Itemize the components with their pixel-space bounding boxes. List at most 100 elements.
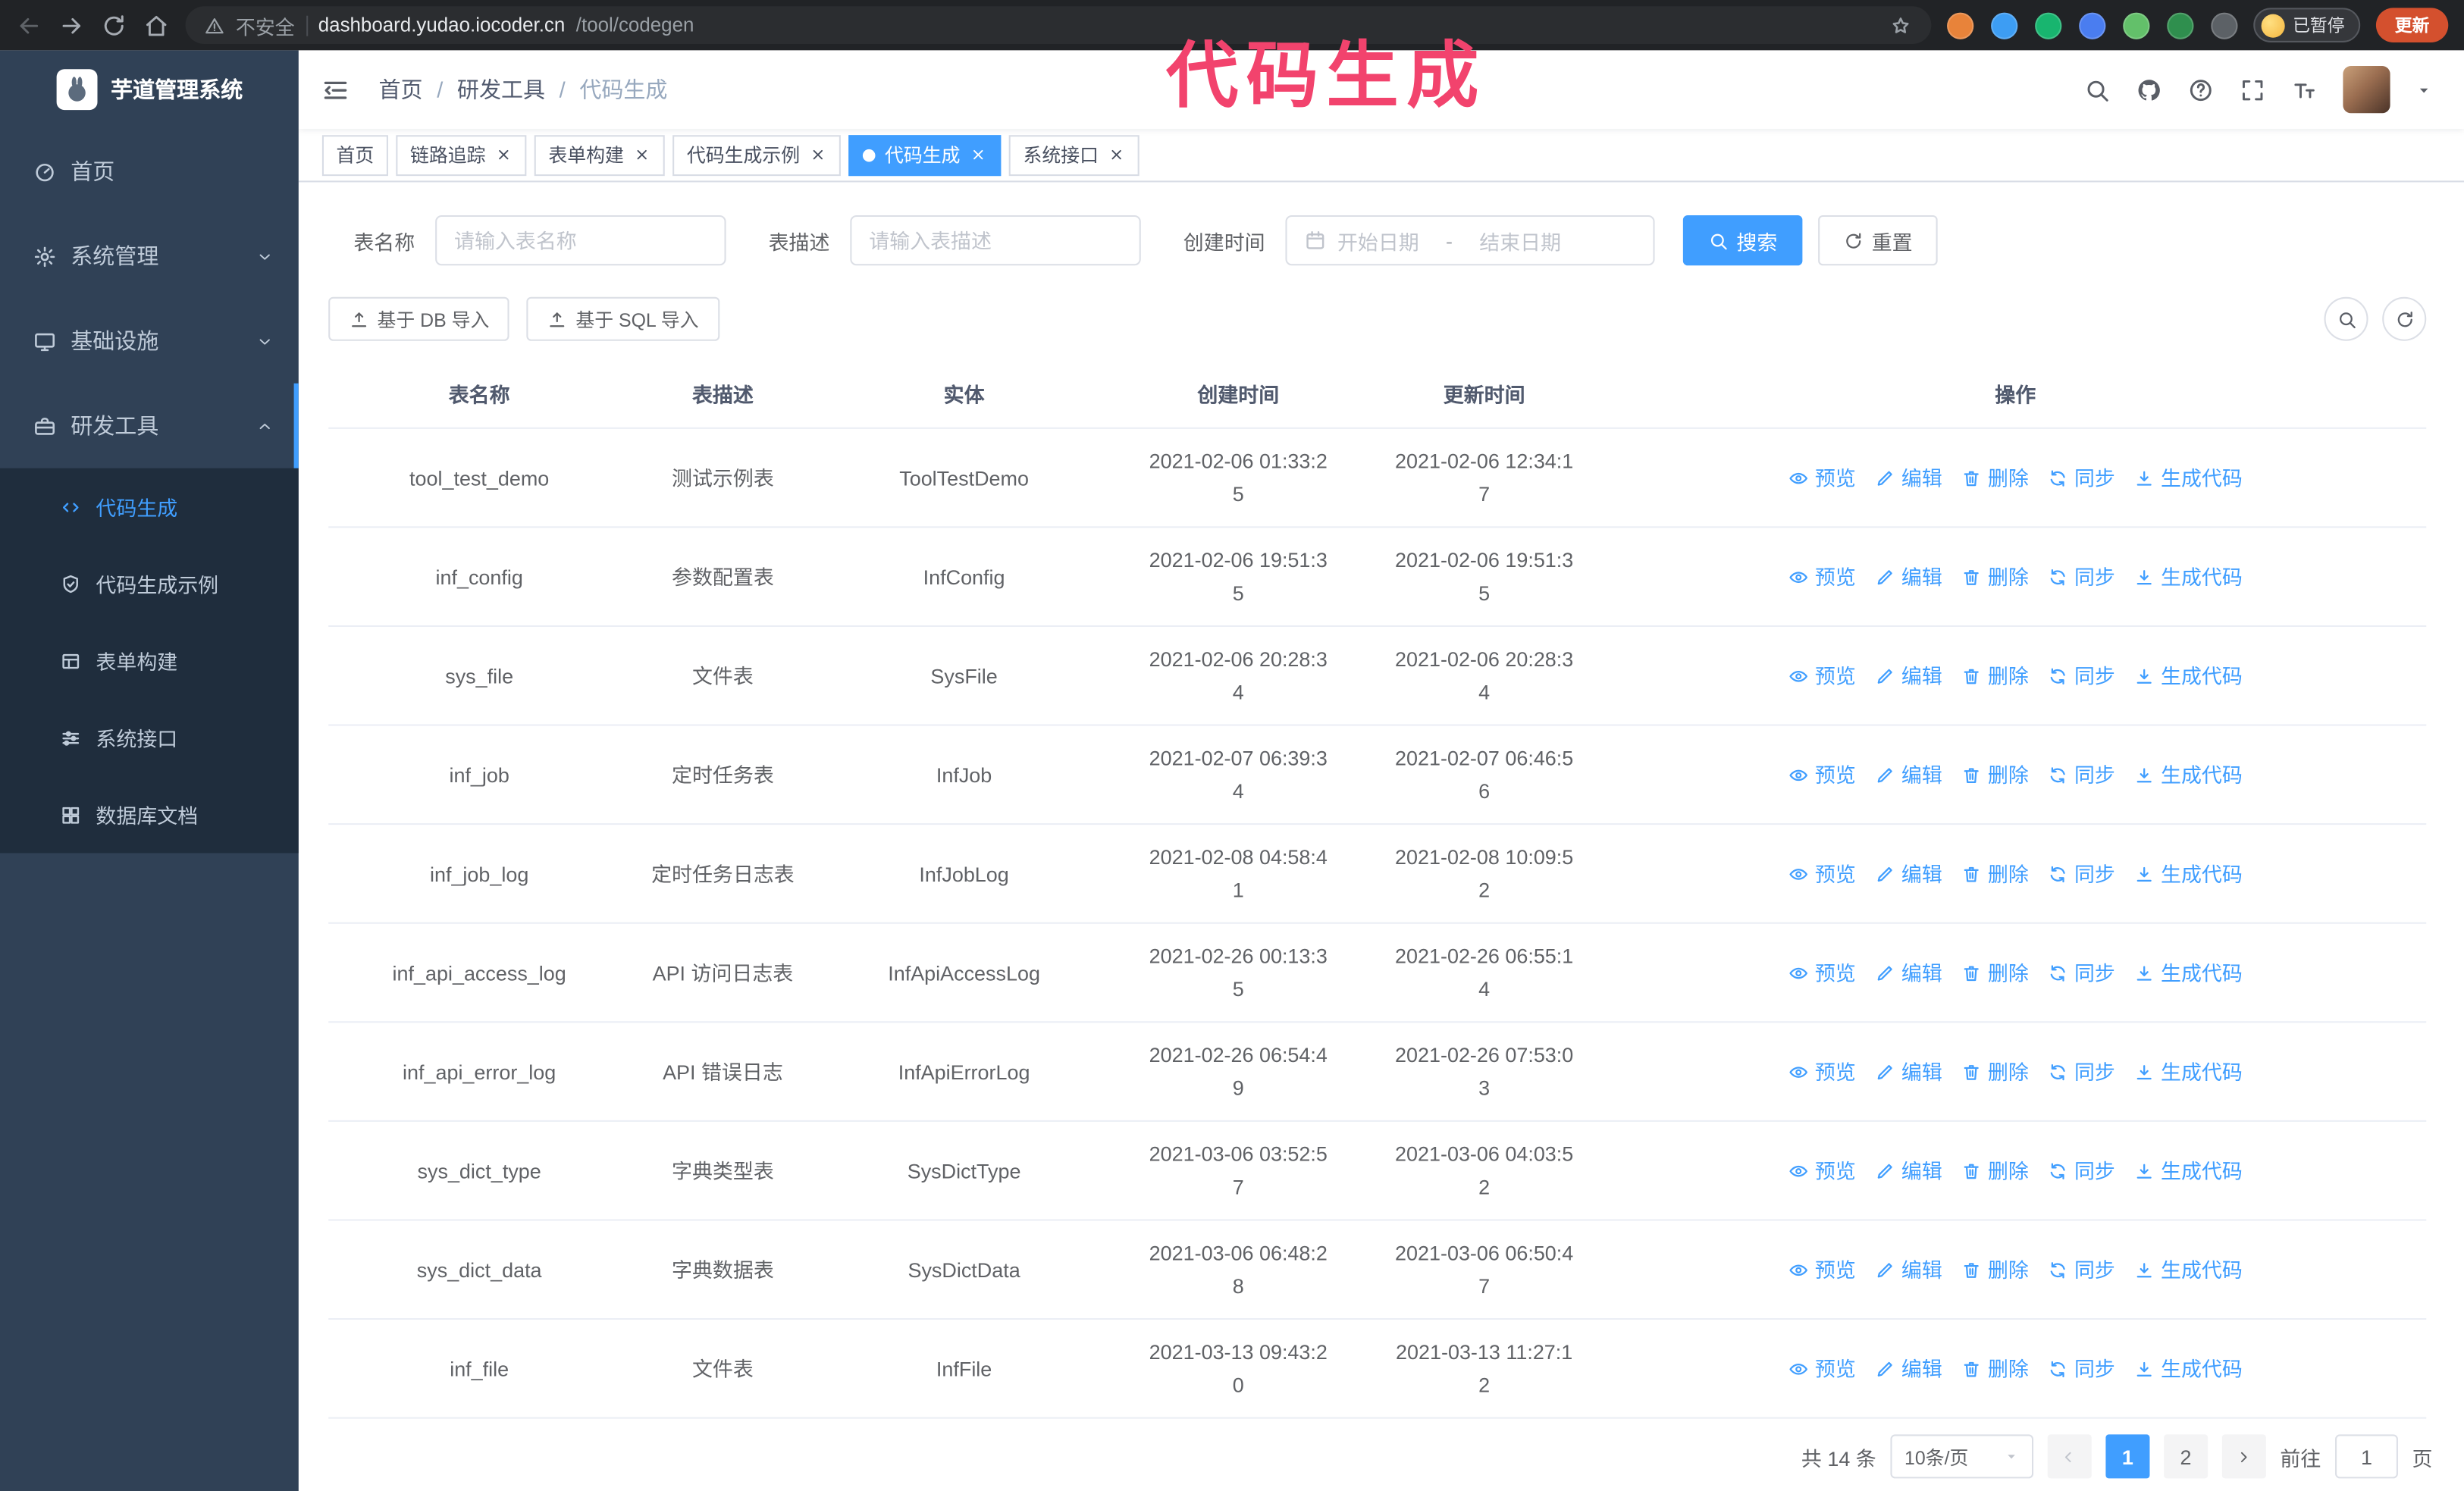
- tab-tracer[interactable]: 链路追踪: [396, 134, 527, 176]
- table-desc-input[interactable]: [869, 228, 1122, 252]
- toggle-search-button[interactable]: [2324, 296, 2368, 341]
- goto-page-input[interactable]: [2334, 1434, 2398, 1479]
- action-generate-link[interactable]: 生成代码: [2134, 857, 2243, 891]
- table-refresh-button[interactable]: [2382, 296, 2427, 341]
- action-preview-link[interactable]: 预览: [1788, 857, 1856, 891]
- font-size-icon[interactable]: [2291, 77, 2318, 103]
- browser-update-button[interactable]: 更新: [2375, 8, 2449, 42]
- prev-page-button[interactable]: [2047, 1434, 2092, 1479]
- action-edit-link[interactable]: 编辑: [1875, 560, 1942, 594]
- tab-codegen-sample[interactable]: 代码生成示例: [672, 134, 842, 176]
- action-delete-link[interactable]: 删除: [1961, 461, 2029, 494]
- action-sync-link[interactable]: 同步: [2048, 659, 2115, 692]
- search-icon[interactable]: [2083, 77, 2110, 103]
- page-2-button[interactable]: 2: [2164, 1434, 2209, 1479]
- bookmark-star-icon[interactable]: [1889, 14, 1912, 37]
- reset-button[interactable]: 重置: [1818, 215, 1938, 266]
- tab-close-icon[interactable]: [1108, 146, 1125, 164]
- back-icon[interactable]: [16, 12, 42, 39]
- action-edit-link[interactable]: 编辑: [1875, 461, 1942, 494]
- action-preview-link[interactable]: 预览: [1788, 659, 1856, 692]
- action-preview-link[interactable]: 预览: [1788, 758, 1856, 791]
- action-edit-link[interactable]: 编辑: [1875, 1352, 1942, 1386]
- action-generate-link[interactable]: 生成代码: [2134, 956, 2243, 989]
- notes-icon[interactable]: [2123, 11, 2150, 39]
- action-preview-link[interactable]: 预览: [1788, 1055, 1856, 1088]
- action-edit-link[interactable]: 编辑: [1875, 1154, 1942, 1187]
- action-generate-link[interactable]: 生成代码: [2134, 1055, 2243, 1088]
- fullscreen-icon[interactable]: [2240, 77, 2266, 103]
- action-delete-link[interactable]: 删除: [1961, 1253, 2029, 1286]
- table-name-input[interactable]: [454, 228, 707, 252]
- avatar-caret-icon[interactable]: [2415, 81, 2433, 99]
- fox-icon[interactable]: [1947, 11, 1974, 39]
- action-delete-link[interactable]: 删除: [1961, 1154, 2029, 1187]
- action-edit-link[interactable]: 编辑: [1875, 1055, 1942, 1088]
- address-bar[interactable]: 不安全 dashboard.yudao.iocoder.cn/tool/code…: [185, 6, 1932, 45]
- action-generate-link[interactable]: 生成代码: [2134, 461, 2243, 494]
- help-icon[interactable]: [2187, 77, 2214, 103]
- date-range-picker[interactable]: 开始日期 - 结束日期: [1285, 215, 1655, 266]
- forward-icon[interactable]: [58, 12, 85, 39]
- action-generate-link[interactable]: 生成代码: [2134, 560, 2243, 594]
- tab-codegen[interactable]: 代码生成: [848, 134, 1002, 176]
- action-generate-link[interactable]: 生成代码: [2134, 758, 2243, 791]
- action-preview-link[interactable]: 预览: [1788, 1253, 1856, 1286]
- action-delete-link[interactable]: 删除: [1961, 758, 2029, 791]
- sidebar-item-form-build[interactable]: 表单构建: [0, 622, 299, 700]
- search-button[interactable]: 搜索: [1682, 215, 1803, 266]
- check-circle-icon[interactable]: [2035, 11, 2062, 39]
- tab-form-build[interactable]: 表单构建: [534, 134, 665, 176]
- action-edit-link[interactable]: 编辑: [1875, 857, 1942, 891]
- breadcrumb-item[interactable]: 首页: [379, 74, 423, 105]
- action-sync-link[interactable]: 同步: [2048, 1055, 2115, 1088]
- action-sync-link[interactable]: 同步: [2048, 1253, 2115, 1286]
- puzzle-icon[interactable]: [2211, 11, 2238, 39]
- action-sync-link[interactable]: 同步: [2048, 461, 2115, 494]
- people-icon[interactable]: [2079, 11, 2106, 39]
- action-generate-link[interactable]: 生成代码: [2134, 1352, 2243, 1386]
- app-logo[interactable]: 芋道管理系统: [0, 50, 299, 129]
- import-sql-button[interactable]: 基于 SQL 导入: [527, 296, 719, 341]
- tab-close-icon[interactable]: [810, 146, 827, 164]
- table-desc-input-box[interactable]: [850, 215, 1141, 266]
- action-sync-link[interactable]: 同步: [2048, 1154, 2115, 1187]
- table-name-input-box[interactable]: [435, 215, 726, 266]
- next-page-button[interactable]: [2221, 1434, 2266, 1479]
- drop-icon[interactable]: [1991, 11, 2018, 39]
- sidebar-item-codegen-sample[interactable]: 代码生成示例: [0, 545, 299, 622]
- tab-close-icon[interactable]: [495, 146, 513, 164]
- action-preview-link[interactable]: 预览: [1788, 1154, 1856, 1187]
- action-delete-link[interactable]: 删除: [1961, 956, 2029, 989]
- tab-close-icon[interactable]: [970, 146, 987, 164]
- action-delete-link[interactable]: 删除: [1961, 857, 2029, 891]
- page-size-select[interactable]: 10条/页: [1890, 1434, 2034, 1479]
- breadcrumb-item[interactable]: 研发工具: [457, 74, 545, 105]
- action-generate-link[interactable]: 生成代码: [2134, 659, 2243, 692]
- action-edit-link[interactable]: 编辑: [1875, 758, 1942, 791]
- action-edit-link[interactable]: 编辑: [1875, 1253, 1942, 1286]
- page-1-button[interactable]: 1: [2105, 1434, 2150, 1479]
- action-delete-link[interactable]: 删除: [1961, 1352, 2029, 1386]
- import-db-button[interactable]: 基于 DB 导入: [328, 296, 510, 341]
- sidebar-item-devtools[interactable]: 研发工具: [0, 383, 299, 468]
- action-sync-link[interactable]: 同步: [2048, 1352, 2115, 1386]
- action-preview-link[interactable]: 预览: [1788, 1352, 1856, 1386]
- leaf-icon[interactable]: [2167, 11, 2194, 39]
- action-preview-link[interactable]: 预览: [1788, 560, 1856, 594]
- action-generate-link[interactable]: 生成代码: [2134, 1154, 2243, 1187]
- browser-home-icon[interactable]: [143, 12, 170, 39]
- sidebar-item-codegen[interactable]: 代码生成: [0, 468, 299, 546]
- action-sync-link[interactable]: 同步: [2048, 560, 2115, 594]
- sidebar-item-system-api[interactable]: 系统接口: [0, 699, 299, 776]
- action-delete-link[interactable]: 删除: [1961, 1055, 2029, 1088]
- tab-home[interactable]: 首页: [321, 134, 388, 176]
- tab-close-icon[interactable]: [633, 146, 650, 164]
- sidebar-collapse-icon[interactable]: [321, 74, 350, 104]
- sidebar-item-home[interactable]: 首页: [0, 129, 299, 214]
- not-secure-warning-icon[interactable]: [204, 15, 224, 36]
- reload-icon[interactable]: [101, 12, 127, 39]
- sidebar-item-infra[interactable]: 基础设施: [0, 299, 299, 384]
- action-edit-link[interactable]: 编辑: [1875, 956, 1942, 989]
- action-sync-link[interactable]: 同步: [2048, 857, 2115, 891]
